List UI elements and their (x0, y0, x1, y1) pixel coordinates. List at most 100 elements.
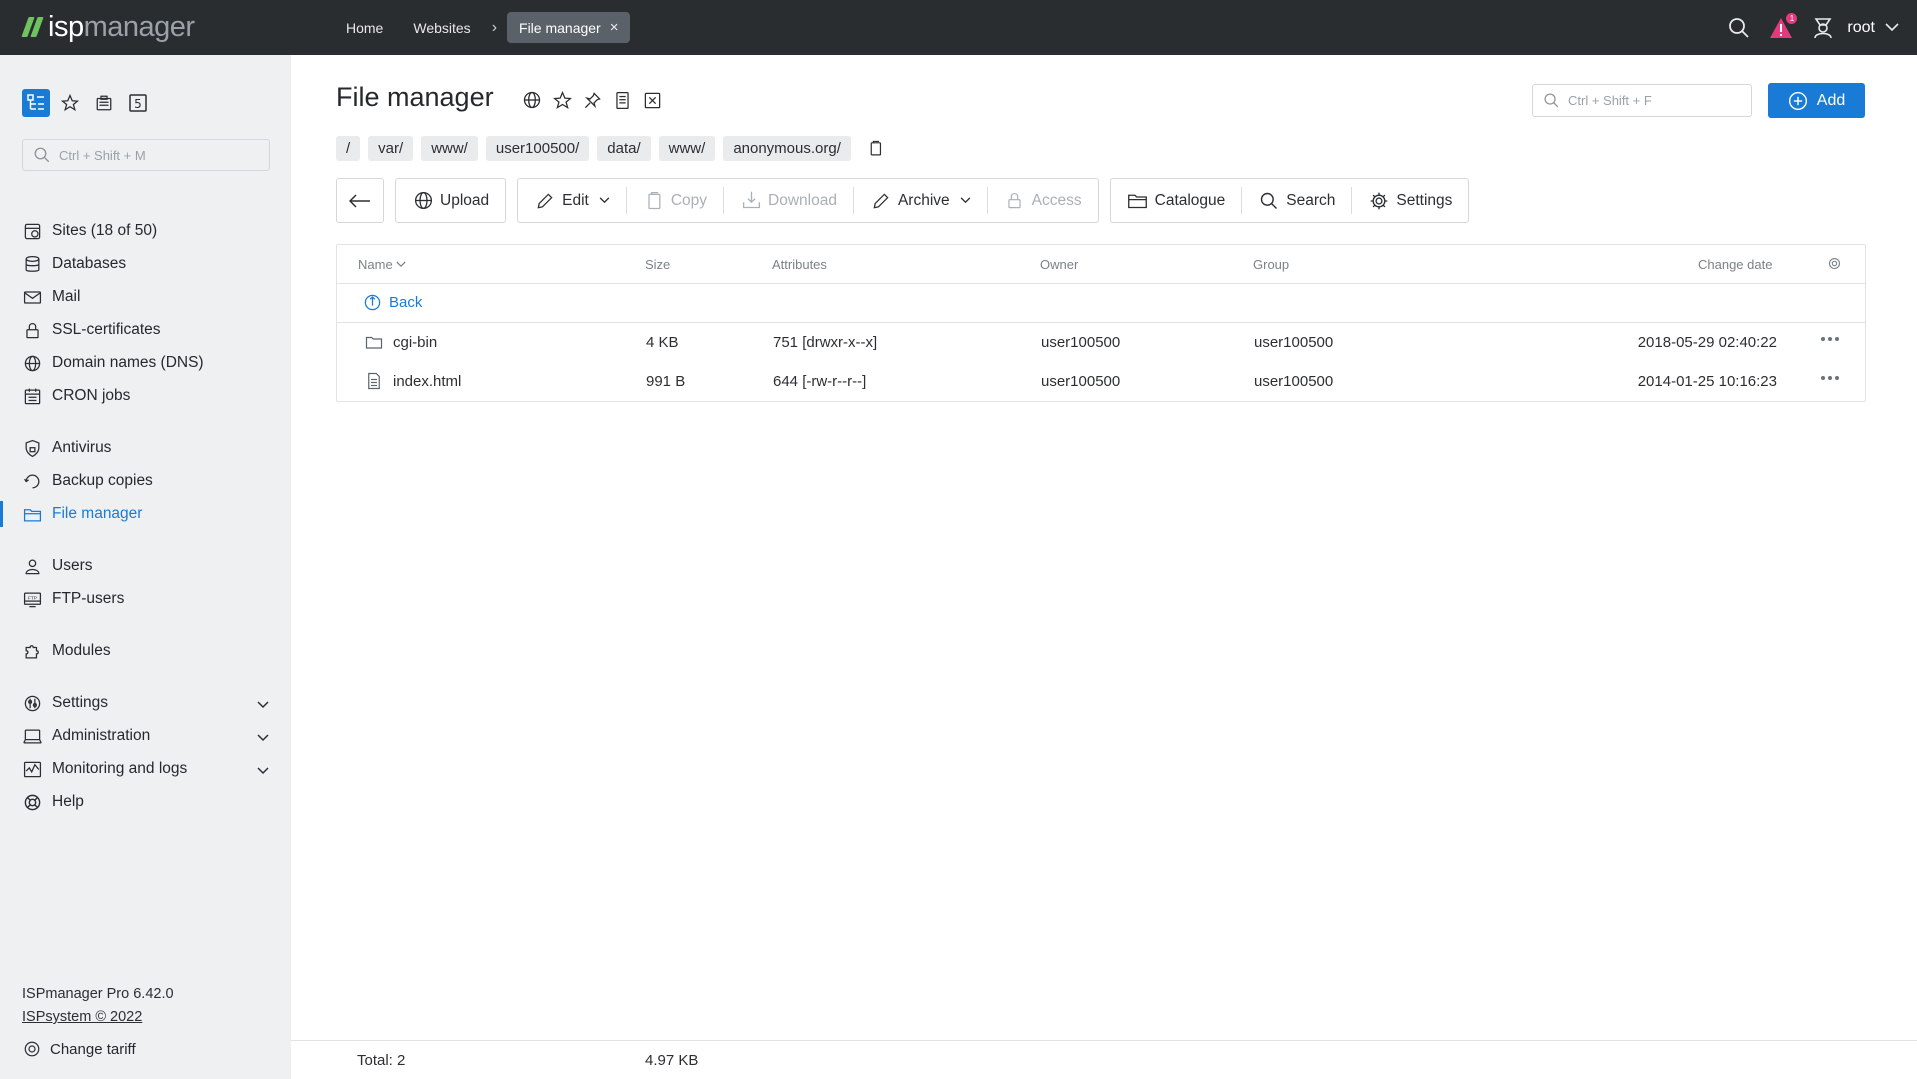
copy-button[interactable]: Copy (627, 178, 723, 223)
chevron-down-icon[interactable] (257, 696, 269, 714)
column-header-attributes[interactable]: Attributes (772, 257, 827, 272)
column-header-name[interactable]: Name (358, 257, 406, 272)
edit-button[interactable]: Edit (518, 178, 626, 223)
main-search-input[interactable] (1568, 93, 1748, 108)
row-more-options-icon[interactable] (1818, 376, 1839, 380)
breadcrumb-file-manager-tab[interactable]: File manager × (507, 12, 631, 43)
excel-export-icon[interactable] (641, 89, 663, 111)
sidebar-item-sites[interactable]: Sites (18 of 50) (0, 216, 291, 246)
table-row[interactable]: index.html 991 B 644 [-rw-r--r--] user10… (337, 362, 1865, 401)
toolbar-back-group (336, 178, 384, 223)
change-tariff-link[interactable]: Change tariff (22, 1039, 136, 1059)
sidebar-item-mail[interactable]: Mail (0, 282, 291, 312)
user-name[interactable]: root (1847, 19, 1875, 37)
access-button[interactable]: Access (988, 178, 1098, 223)
sidebar-item-administration[interactable]: Administration (0, 721, 291, 751)
file-name-cell[interactable]: cgi-bin (364, 332, 437, 352)
shield-icon (22, 438, 42, 458)
table-row[interactable]: cgi-bin 4 KB 751 [drwxr-x--x] user100500… (337, 323, 1865, 362)
search-button[interactable]: Search (1242, 178, 1351, 223)
sidebar-item-ftp-users[interactable]: FTP FTP-users (0, 584, 291, 614)
archive-button[interactable]: Archive (854, 178, 987, 223)
sidebar-item-label: File manager (52, 505, 143, 522)
global-search-icon[interactable] (1725, 14, 1753, 42)
logo[interactable]: isp manager (21, 11, 195, 43)
sidebar-item-label: Settings (52, 694, 109, 711)
breadcrumb-home[interactable]: Home (331, 20, 398, 36)
sidebar-item-settings[interactable]: Settings (0, 688, 291, 718)
file-change-date: 2018-05-29 02:40:22 (1637, 334, 1777, 351)
column-header-size[interactable]: Size (645, 257, 670, 272)
path-segment-root[interactable]: / (336, 136, 361, 161)
path-segment-www-2[interactable]: www/ (658, 136, 716, 161)
file-owner: user100500 (1041, 334, 1121, 351)
sidebar-item-dns[interactable]: Domain names (DNS) (0, 348, 291, 378)
document-icon[interactable] (611, 89, 633, 111)
breadcrumb-websites[interactable]: Websites (398, 20, 485, 36)
globe-icon[interactable] (521, 89, 543, 111)
add-button[interactable]: Add (1768, 83, 1865, 118)
path-segment-data[interactable]: data/ (597, 136, 651, 161)
copyright-link[interactable]: ISPsystem © 2022 (22, 1006, 174, 1029)
sidebar-item-ssl-certificates[interactable]: SSL-certificates (0, 315, 291, 345)
favorite-star-icon[interactable] (551, 89, 573, 111)
path-segment-www[interactable]: www/ (421, 136, 478, 161)
title-actions (521, 89, 671, 111)
chevron-down-icon[interactable] (257, 729, 269, 747)
user-avatar-icon[interactable] (1809, 14, 1837, 42)
download-button[interactable]: Download (724, 178, 853, 223)
archive-label: Archive (897, 191, 950, 209)
breadcrumb-active-label: File manager (519, 19, 601, 36)
chevron-down-icon (599, 197, 610, 204)
sidebar-item-antivirus[interactable]: Antivirus (0, 433, 291, 463)
copy-path-icon[interactable] (867, 140, 884, 157)
sidebar-item-modules[interactable]: Modules (0, 636, 291, 666)
sidebar-item-users[interactable]: Users (0, 551, 291, 581)
gear-icon (1368, 190, 1390, 212)
sidebar-item-help[interactable]: Help (0, 787, 291, 817)
sidebar-item-backup-copies[interactable]: Backup copies (0, 466, 291, 496)
sidebar-item-label: Monitoring and logs (52, 760, 188, 777)
table-settings-gear-icon[interactable] (1827, 256, 1842, 274)
sidebar-search-input[interactable] (59, 147, 259, 163)
menu-tree-icon[interactable] (22, 89, 50, 117)
tariff-icon (22, 1039, 42, 1059)
top-bar: isp manager Home Websites › File manager … (0, 0, 1917, 55)
chart-icon (22, 759, 42, 779)
back-link[interactable]: Back (363, 293, 422, 312)
column-header-owner[interactable]: Owner (1040, 257, 1078, 272)
sidebar-item-label: Users (52, 557, 93, 574)
edit-label: Edit (562, 191, 589, 209)
file-name-cell[interactable]: index.html (364, 371, 461, 391)
file-table: Name Size Attributes Owner Group Change … (336, 244, 1866, 402)
sidebar-item-databases[interactable]: Databases (0, 249, 291, 279)
archive-pencil-icon (870, 190, 892, 212)
sidebar-item-cron-jobs[interactable]: CRON jobs (0, 381, 291, 411)
catalogue-button[interactable]: Catalogue (1111, 178, 1242, 223)
sidebar-item-file-manager[interactable]: File manager (0, 499, 291, 529)
column-header-change-date[interactable]: Change date (1698, 257, 1772, 272)
pin-icon[interactable] (581, 89, 603, 111)
user-menu-chevron-down-icon[interactable] (1885, 19, 1899, 36)
notifications-badge: 1 (1785, 11, 1799, 25)
path-segment-domain[interactable]: anonymous.org/ (723, 136, 851, 161)
table-row-back[interactable]: Back (337, 284, 1865, 323)
close-tab-icon[interactable]: × (610, 19, 619, 36)
back-label: Back (389, 294, 423, 311)
column-header-group[interactable]: Group (1253, 257, 1289, 272)
monitor-icon (22, 726, 42, 746)
sidebar-item-monitoring[interactable]: Monitoring and logs (0, 754, 291, 784)
path-segment-user[interactable]: user100500/ (485, 136, 590, 161)
recent-count-icon[interactable]: 5 (124, 89, 152, 117)
back-arrow-button[interactable] (337, 178, 383, 223)
settings-button[interactable]: Settings (1352, 178, 1468, 223)
row-more-options-icon[interactable] (1818, 337, 1839, 341)
favorites-star-icon[interactable] (56, 89, 84, 117)
dashboard-icon[interactable] (90, 89, 118, 117)
chevron-down-icon[interactable] (257, 762, 269, 780)
path-segment-var[interactable]: var/ (368, 136, 414, 161)
notifications-icon[interactable]: 1 (1767, 11, 1799, 42)
upload-button[interactable]: Upload (396, 178, 505, 223)
chevron-down-icon (960, 197, 971, 204)
sidebar-item-label: Modules (52, 642, 111, 659)
